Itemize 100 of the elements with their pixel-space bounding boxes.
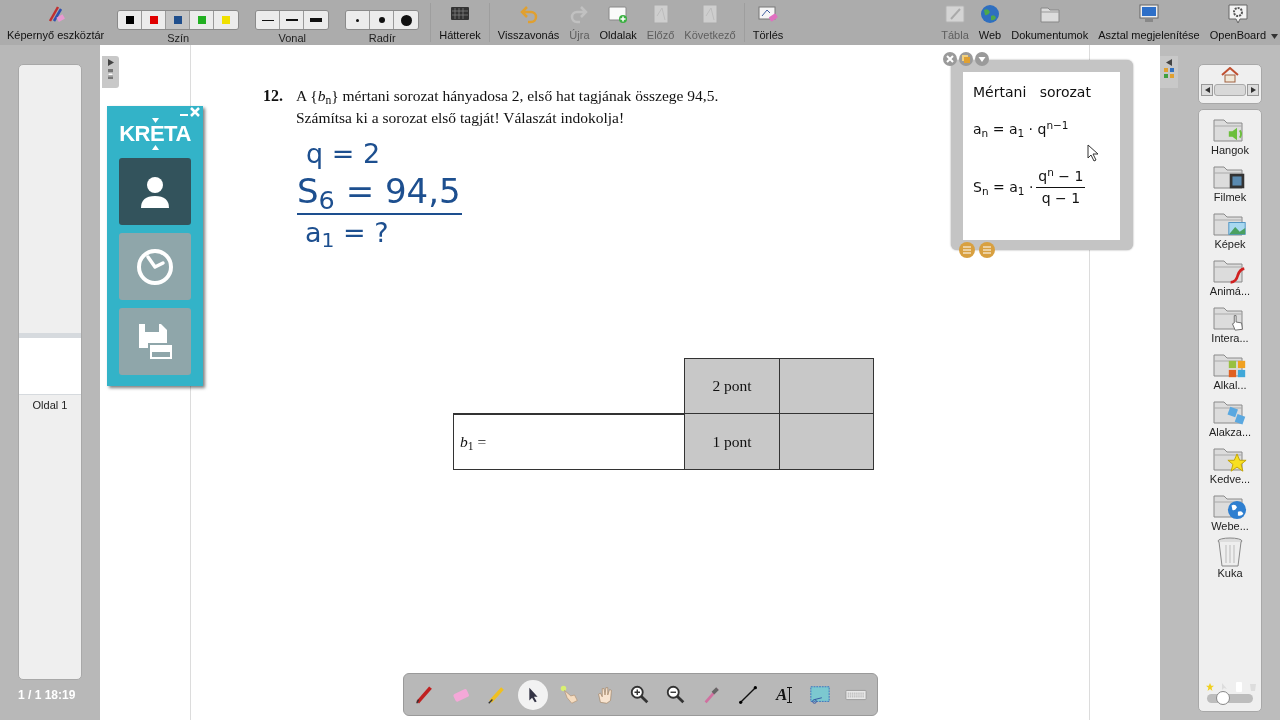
logo-text: KRETA bbox=[119, 123, 191, 145]
close-icon bbox=[943, 52, 957, 66]
page-thumbnail[interactable] bbox=[19, 333, 81, 395]
star-icon bbox=[1227, 453, 1247, 473]
slider-thumb[interactable] bbox=[1216, 691, 1231, 705]
line-width-selector[interactable] bbox=[255, 10, 330, 30]
option-button[interactable] bbox=[166, 11, 191, 29]
table-cell: 1 pont bbox=[684, 414, 779, 470]
forward-icon bbox=[1250, 87, 1256, 93]
minimize-icon bbox=[180, 114, 188, 116]
globe-icon bbox=[979, 4, 1000, 24]
denominator-text: q − 1 bbox=[1041, 189, 1081, 208]
library-item[interactable]: Képek bbox=[1199, 208, 1261, 255]
list-icon bbox=[979, 242, 995, 258]
line-icon bbox=[737, 683, 760, 706]
table-cell: 2 pont bbox=[684, 358, 779, 414]
toolbar-button[interactable]: Törlés bbox=[747, 0, 789, 45]
screen-capture-icon bbox=[808, 683, 831, 706]
library-item[interactable]: Alkal... bbox=[1199, 349, 1261, 396]
shapes-icon bbox=[1227, 406, 1247, 426]
apps-icon bbox=[1163, 68, 1175, 79]
group-label: Vonal bbox=[278, 31, 306, 45]
library-item[interactable]: Animá... bbox=[1199, 255, 1261, 302]
handwritten-text: S$_{6}$ = 94,5 bbox=[297, 171, 462, 215]
formula-text: a$_{n}$ = a$_{1}$ · q$^{n−1}$ bbox=[973, 119, 1070, 140]
pencil-icon bbox=[945, 4, 965, 24]
menu-icon bbox=[975, 52, 989, 66]
widget-button[interactable] bbox=[119, 158, 191, 225]
handwritten-text: q = 2 bbox=[306, 137, 382, 171]
line-width-icon bbox=[285, 19, 298, 21]
toolbar-button[interactable]: Asztal megjelenítése bbox=[1093, 0, 1205, 45]
eraser-size-selector[interactable] bbox=[345, 10, 420, 30]
widget-title: Mértani sorozat bbox=[973, 83, 1092, 102]
triangle-icon bbox=[151, 145, 159, 150]
color-selector[interactable] bbox=[117, 10, 240, 30]
zoom-slider[interactable] bbox=[1207, 694, 1253, 703]
folder-icon bbox=[1039, 4, 1060, 24]
option-button[interactable] bbox=[394, 11, 419, 29]
dot-icon bbox=[378, 17, 385, 23]
question-number: 12. bbox=[263, 86, 283, 106]
globe-icon bbox=[1227, 500, 1247, 520]
dot-icon bbox=[356, 18, 360, 22]
toolbar-button[interactable]: Oldalak bbox=[594, 0, 642, 45]
question-text: A {b$_{n}$} mértani sorozat hányadosa 2, első hat tagjának összege 94,5. bbox=[296, 86, 719, 107]
numerator-text: q$^{n}$ − 1 bbox=[1036, 166, 1086, 188]
option-button[interactable] bbox=[304, 11, 329, 29]
back-icon bbox=[1204, 87, 1210, 93]
table-cell-text: b$_{1}$ = bbox=[460, 432, 487, 454]
toolbar-button[interactable]: Visszavonás bbox=[492, 0, 565, 45]
option-button[interactable] bbox=[256, 11, 281, 29]
toolbar-button[interactable]: Hátterek bbox=[434, 0, 486, 45]
group-label: Radír bbox=[368, 31, 396, 45]
triangle-icon bbox=[151, 118, 159, 123]
list-icon bbox=[959, 242, 975, 258]
question-text: Számítsa ki a sorozat első tagját! Válaszát indokolja! bbox=[296, 108, 626, 128]
library-item[interactable]: Kedve... bbox=[1199, 443, 1261, 490]
status-text: 1 / 1 18:19 bbox=[18, 687, 76, 704]
page-eraser-icon bbox=[758, 4, 778, 24]
apps-icon bbox=[1227, 359, 1247, 379]
forward-button[interactable] bbox=[1247, 84, 1259, 96]
toolbar-button[interactable]: Web bbox=[973, 0, 1007, 45]
library-item[interactable]: Intera... bbox=[1199, 302, 1261, 349]
tool-button[interactable]: A bbox=[769, 679, 800, 710]
pages-icon bbox=[108, 69, 113, 79]
library-item[interactable]: Alakza... bbox=[1199, 396, 1261, 443]
library-item[interactable]: Kuka bbox=[1199, 537, 1261, 584]
formula-text: S$_{n}$ = a$_{1}$ · bbox=[973, 178, 1034, 198]
line-width-icon bbox=[261, 19, 274, 21]
pointer-icon bbox=[1222, 683, 1228, 691]
undo-icon bbox=[518, 4, 539, 24]
clock-icon bbox=[135, 246, 175, 287]
tool-button[interactable] bbox=[517, 679, 548, 710]
toolbar-button[interactable]: OpenBoard bbox=[1204, 0, 1271, 45]
folder-icon bbox=[1213, 257, 1243, 283]
library-item[interactable]: Webe... bbox=[1199, 490, 1261, 537]
option-button[interactable] bbox=[370, 11, 395, 29]
gear-icon bbox=[1227, 4, 1248, 24]
cursor-icon bbox=[1087, 144, 1099, 162]
toolbar-button[interactable]: Dokumentumok bbox=[1006, 0, 1094, 45]
path-field bbox=[1214, 84, 1246, 96]
collapse-tab[interactable] bbox=[1160, 56, 1178, 88]
option-button[interactable] bbox=[280, 11, 305, 29]
collapse-tab[interactable] bbox=[102, 56, 119, 88]
option-button[interactable] bbox=[118, 11, 143, 29]
monitor-icon bbox=[1139, 4, 1159, 24]
home-icon bbox=[1221, 67, 1239, 83]
library-item[interactable]: Filmek bbox=[1199, 161, 1261, 208]
line-width-icon bbox=[310, 18, 323, 22]
star-icon bbox=[1206, 683, 1214, 691]
page-label: Oldal 1 bbox=[32, 398, 68, 413]
duplicate-icon bbox=[959, 52, 973, 66]
toolbar-button[interactable]: Képernyő eszköztár bbox=[2, 0, 110, 45]
back-button[interactable] bbox=[1201, 84, 1213, 96]
text-cursor-icon bbox=[787, 686, 793, 703]
page-plus-icon bbox=[608, 4, 629, 24]
close-icon bbox=[190, 107, 200, 117]
group-label: Szín bbox=[167, 31, 190, 45]
dot-icon bbox=[400, 14, 412, 26]
trash-icon bbox=[1217, 537, 1243, 567]
library-item[interactable]: Hangok bbox=[1199, 114, 1261, 161]
